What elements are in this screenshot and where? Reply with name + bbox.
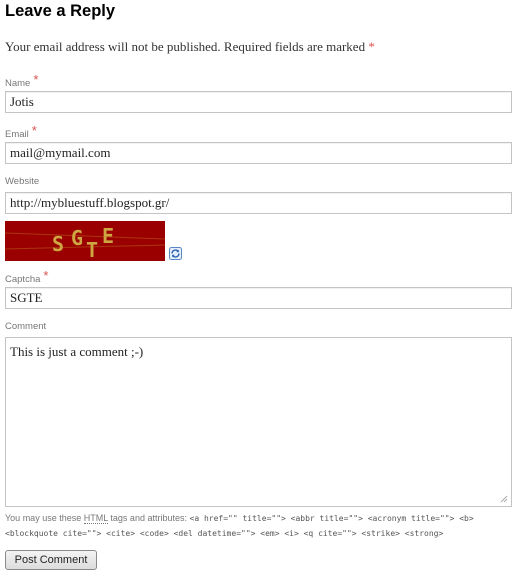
html-abbr: HTML (83, 513, 108, 524)
captcha-char-4: E (102, 224, 114, 248)
name-label: Name (5, 78, 31, 89)
allowed-tags-note: You may use these HTML tags and attribut… (5, 511, 512, 541)
captcha-label-row: Captcha * (5, 268, 49, 285)
website-label: Website (5, 176, 40, 187)
allowed-middle: tags and attributes: (110, 513, 187, 523)
reply-title: Leave a Reply (5, 2, 116, 20)
name-field[interactable]: Jotis (5, 91, 512, 113)
resize-grip-icon[interactable] (500, 495, 508, 503)
notes-text: Your email address will not be published… (5, 39, 366, 54)
name-label-row: Name * (5, 72, 39, 89)
comment-textarea[interactable]: This is just a comment ;-) (5, 337, 512, 507)
captcha-char-2: G (71, 226, 83, 250)
email-required-mark: * (31, 123, 37, 138)
allowed-prefix: You may use these (5, 513, 82, 523)
email-label: Email (5, 129, 29, 140)
comment-text: This is just a comment ;-) (10, 344, 144, 359)
captcha-refresh-icon[interactable] (169, 247, 182, 260)
captcha-label: Captcha (5, 274, 41, 285)
comment-label-row: Comment (5, 321, 46, 332)
captcha-char-3: T (86, 238, 98, 261)
required-mark: * (368, 39, 375, 54)
captcha-image: S G T E (4, 221, 166, 262)
name-required-mark: * (33, 72, 39, 87)
comment-label: Comment (5, 321, 47, 332)
captcha-required-mark: * (43, 268, 49, 283)
comment-notes: Your email address will not be published… (5, 39, 375, 55)
email-field[interactable]: mail@mymail.com (5, 142, 512, 164)
website-field[interactable]: http://mybluestuff.blogspot.gr/ (5, 192, 512, 214)
email-label-row: Email * (5, 123, 37, 140)
post-comment-button[interactable]: Post Comment (5, 550, 97, 570)
website-label-row: Website (5, 176, 39, 187)
captcha-field[interactable]: SGTE (5, 287, 512, 309)
captcha-image-text: S G T E (4, 224, 166, 262)
